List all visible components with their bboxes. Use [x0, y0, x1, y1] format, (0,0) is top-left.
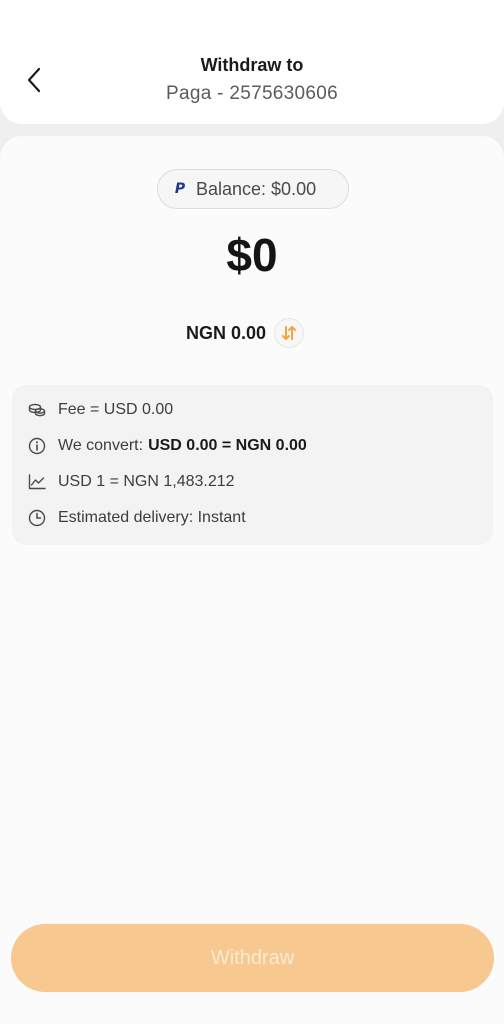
conversion-label: We convert:: [58, 437, 144, 454]
rate-row: USD 1 = NGN 1,483.212: [28, 470, 235, 494]
info-icon: [28, 437, 46, 455]
amount-input[interactable]: $0: [0, 228, 504, 282]
header-bar: Withdraw to Paga - 2575630606: [0, 0, 504, 124]
destination-account: Paga - 2575630606: [165, 83, 339, 104]
converted-amount: NGN 0.00: [186, 322, 267, 343]
withdraw-button[interactable]: Withdraw: [11, 924, 494, 992]
delivery-row: Estimated delivery: Instant: [28, 506, 246, 530]
coins-icon: [28, 401, 46, 419]
swap-currency-button[interactable]: [274, 318, 305, 348]
swap-arrows-icon: [282, 326, 297, 340]
exchange-rate: USD 1 = NGN 1,483.212: [58, 473, 235, 490]
paypal-icon: P: [174, 181, 186, 197]
page-title: Withdraw to: [200, 55, 304, 75]
transaction-details: Fee = USD 0.00 We convert: USD 0.00 = NG…: [12, 385, 493, 545]
delivery-estimate: Estimated delivery: Instant: [58, 509, 246, 526]
chart-line-icon: [28, 473, 46, 491]
converted-amount-row: NGN 0.00: [186, 318, 305, 348]
conversion-value: USD 0.00 = NGN 0.00: [148, 437, 307, 454]
clock-icon: [28, 509, 46, 527]
conversion-row: We convert: USD 0.00 = NGN 0.00: [28, 434, 307, 458]
balance-label: Balance: $0.00: [196, 178, 317, 199]
balance-badge: P Balance: $0.00: [157, 169, 349, 209]
fee-text: Fee = USD 0.00: [58, 401, 174, 418]
fee-row: Fee = USD 0.00: [28, 398, 173, 422]
